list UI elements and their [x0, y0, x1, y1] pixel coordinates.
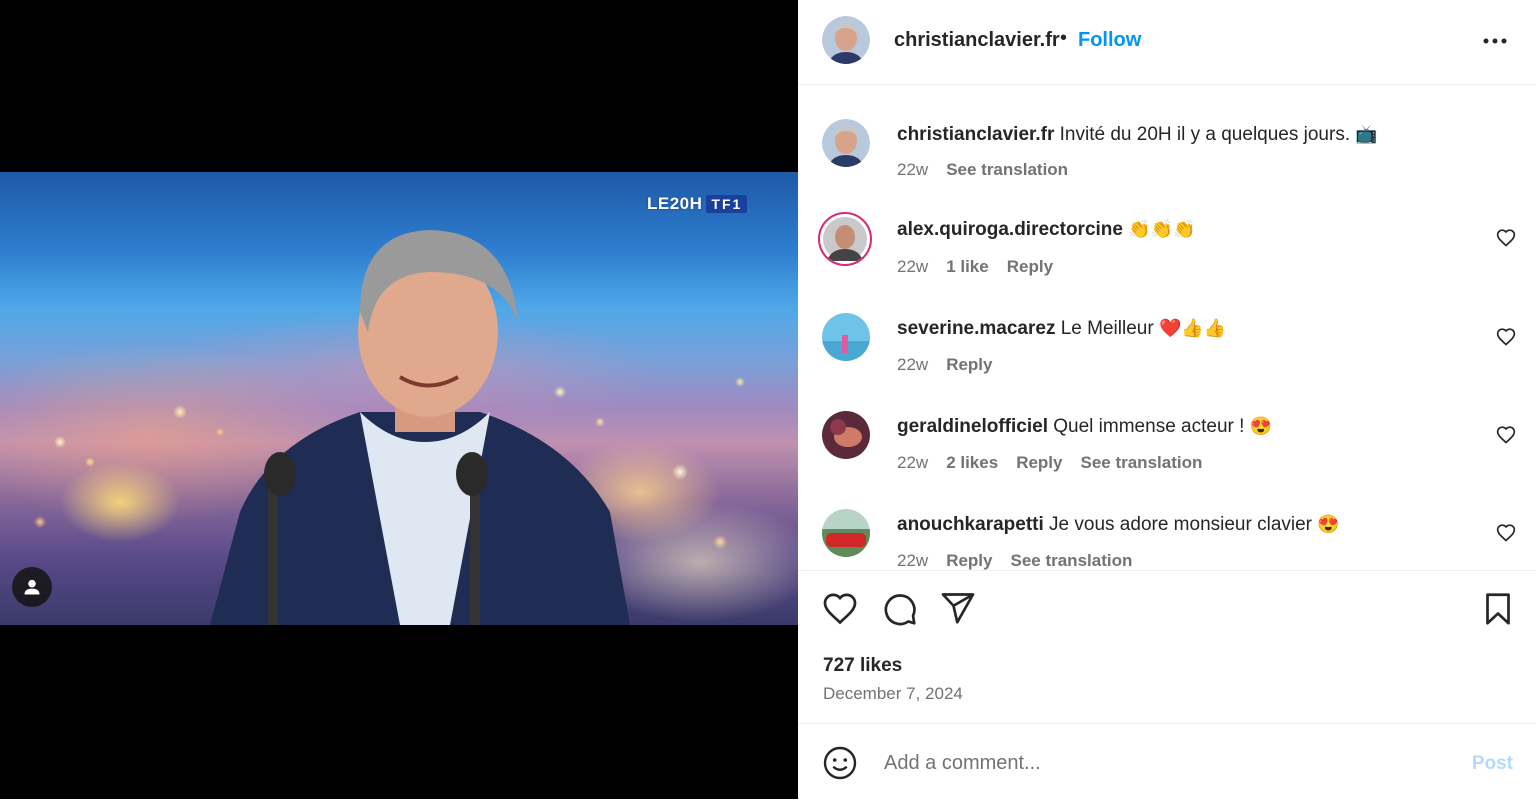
caption-author-avatar[interactable] [822, 119, 870, 167]
post-comment-button[interactable]: Post [1472, 753, 1513, 775]
comment-reply[interactable]: Reply [946, 551, 992, 570]
separator-dot: • [1060, 27, 1068, 49]
like-heart-icon[interactable] [822, 591, 858, 627]
author-username[interactable]: christianclavier.fr [894, 29, 1060, 52]
comment-age[interactable]: 22w [897, 355, 928, 375]
caption-text: Invité du 20H il y a quelques jours. [1059, 124, 1351, 145]
add-comment-input[interactable] [882, 746, 1446, 780]
follow-button[interactable]: Follow [1078, 29, 1141, 52]
comment-username[interactable]: anouchkarapetti [897, 514, 1044, 535]
comment-age[interactable]: 22w [897, 551, 928, 570]
tv-emoji: 📺 [1355, 124, 1378, 144]
comments-list[interactable]: christianclavier.fr Invité du 20H il y a… [798, 85, 1536, 570]
comment-text: Je vous adore monsieur clavier [1049, 514, 1313, 535]
share-paper-plane-icon[interactable] [940, 590, 976, 626]
tv-logo-prefix: LE20H [647, 194, 703, 213]
comment-bubble-icon[interactable] [882, 591, 918, 627]
tv-logo-brand: TF1 [706, 195, 748, 213]
caption-age[interactable]: 22w [897, 160, 928, 180]
post-media[interactable]: LE20H TF1 [0, 0, 798, 799]
comment-text: Le Meilleur [1060, 318, 1154, 339]
post-photo[interactable]: LE20H TF1 [0, 172, 798, 625]
comment-username[interactable]: geraldinelofficiel [897, 416, 1048, 437]
likes-count[interactable]: 727 likes [823, 655, 902, 677]
comment-avatar-story-ring[interactable] [818, 212, 872, 266]
more-options-button[interactable] [1480, 26, 1510, 56]
comment-reply[interactable]: Reply [1007, 257, 1053, 277]
tv-channel-logo: LE20H TF1 [647, 194, 748, 214]
user-icon [24, 579, 40, 595]
post-header: christianclavier.fr • Follow [798, 0, 1536, 85]
comment-avatar[interactable] [822, 509, 870, 557]
comment-emoji: 😍 [1249, 416, 1273, 436]
comment-avatar[interactable] [822, 411, 870, 459]
comment-like-heart-icon[interactable] [1496, 228, 1516, 248]
comment-username[interactable]: severine.macarez [897, 318, 1055, 339]
comment-reply[interactable]: Reply [1016, 453, 1062, 473]
comment-likes[interactable]: 1 like [946, 257, 989, 277]
more-options-icon [1483, 38, 1507, 44]
add-comment-bar: Post [798, 723, 1536, 800]
post-date[interactable]: December 7, 2024 [823, 684, 963, 704]
person-figure [210, 230, 630, 625]
comment-like-heart-icon[interactable] [1496, 425, 1516, 445]
comment-likes[interactable]: 2 likes [946, 453, 998, 473]
comment-emoji: 👏👏👏 [1128, 219, 1196, 239]
comment-age[interactable]: 22w [897, 453, 928, 473]
save-bookmark-icon[interactable] [1480, 591, 1516, 627]
tagged-users-button[interactable] [12, 567, 52, 607]
emoji-smiley-icon[interactable] [822, 745, 858, 781]
comment-see-translation[interactable]: See translation [1080, 453, 1202, 473]
comment-emoji: ❤️👍👍 [1158, 318, 1227, 338]
comment-reply[interactable]: Reply [946, 355, 992, 375]
comment-text: Quel immense acteur ! [1053, 416, 1245, 437]
comment-see-translation[interactable]: See translation [1010, 551, 1132, 570]
comment-avatar[interactable] [822, 313, 870, 361]
comment-age[interactable]: 22w [897, 257, 928, 277]
post-details-panel: christianclavier.fr • Follow christiancl… [798, 0, 1536, 799]
comment-like-heart-icon[interactable] [1496, 327, 1516, 347]
comment-username[interactable]: alex.quiroga.directorcine [897, 219, 1123, 240]
comment-like-heart-icon[interactable] [1496, 523, 1516, 543]
comment-emoji: 😍 [1317, 514, 1340, 534]
caption-see-translation[interactable]: See translation [946, 160, 1068, 180]
caption-username[interactable]: christianclavier.fr [897, 124, 1054, 145]
author-avatar[interactable] [822, 16, 870, 64]
post-actions: 727 likes December 7, 2024 [798, 570, 1536, 721]
